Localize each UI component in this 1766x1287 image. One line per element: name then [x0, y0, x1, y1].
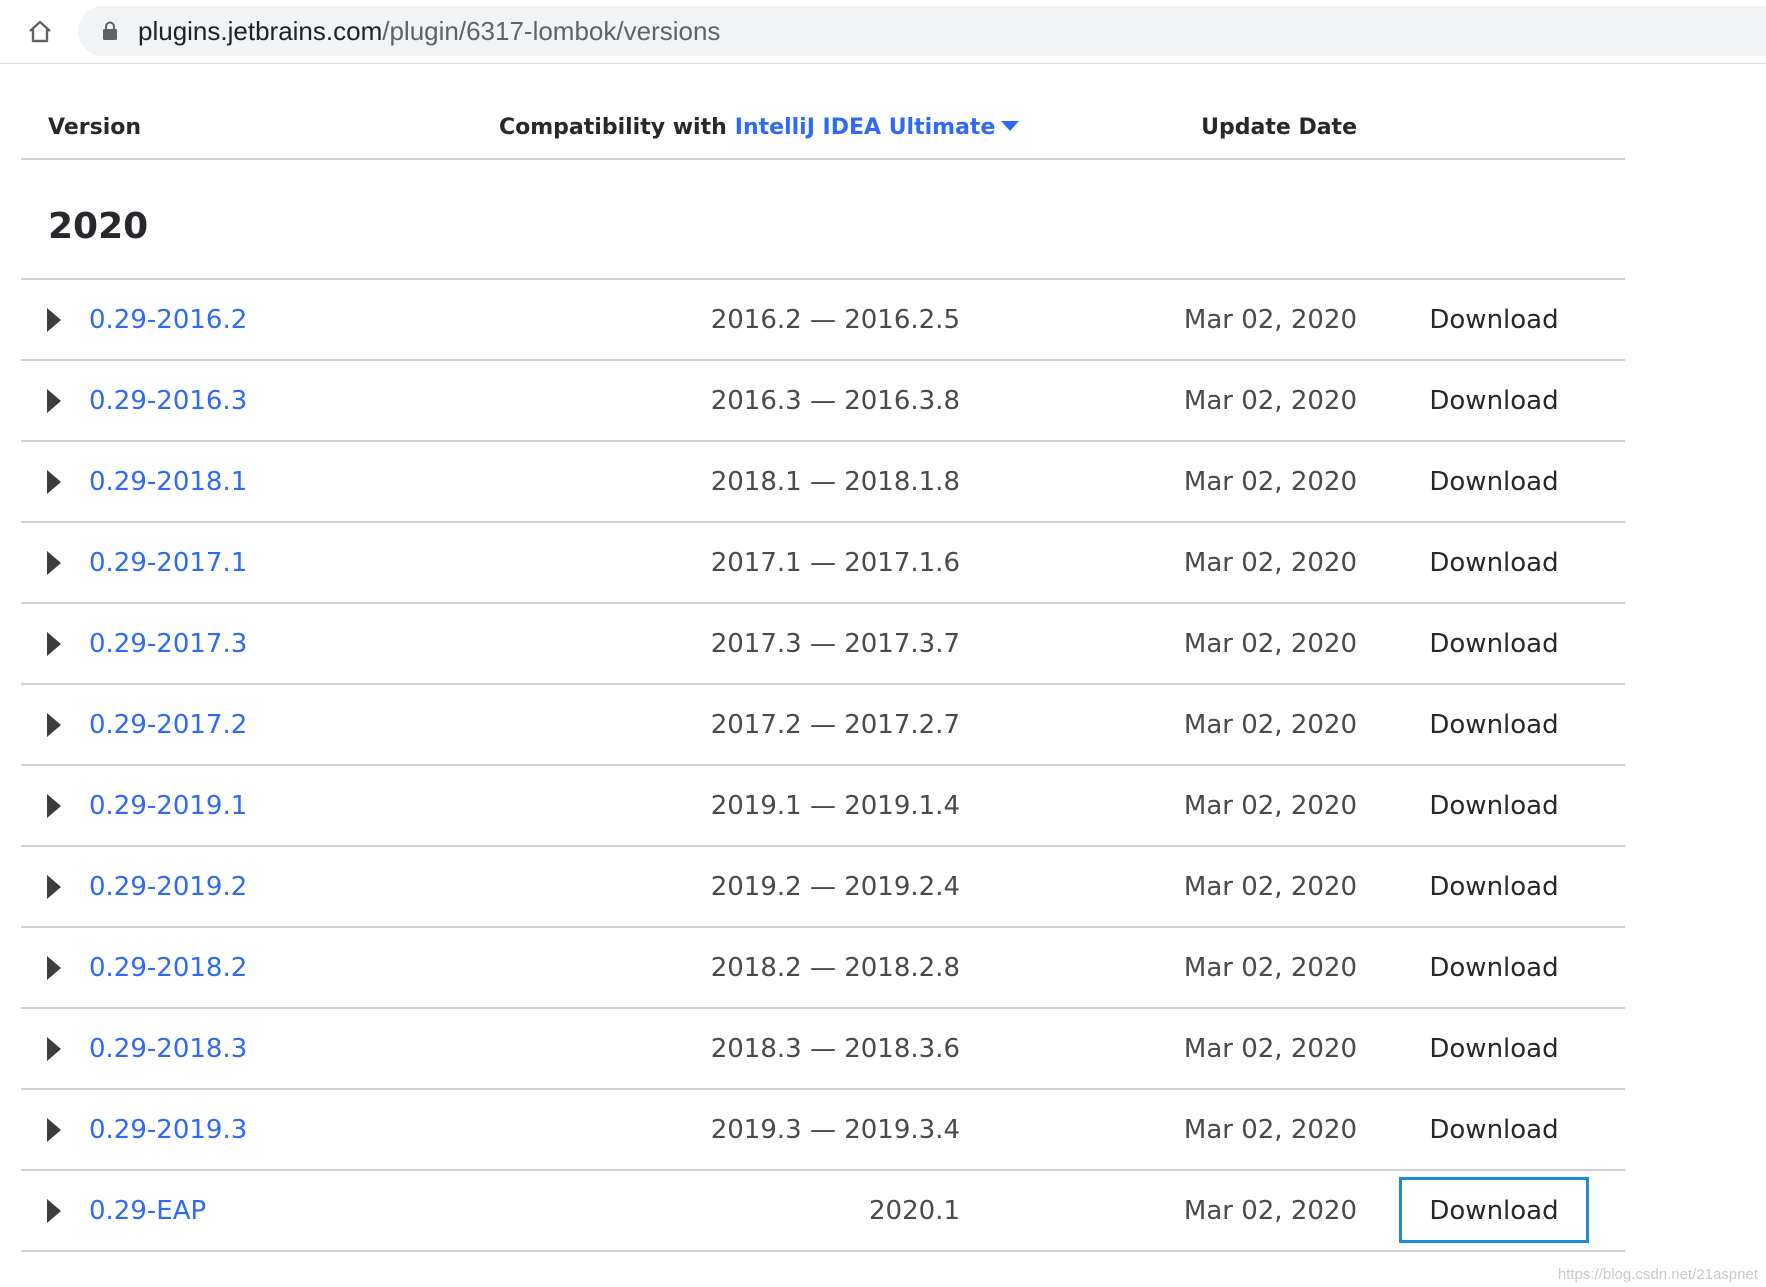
- table-row: 0.29-2019.2 2019.2 — 2019.2.4 Mar 02, 2020…: [21, 847, 1625, 928]
- header-compatibility: Compatibility with IntelliJ IDEA Ultimate: [499, 96, 1020, 160]
- triangle-right-icon[interactable]: [47, 1118, 63, 1142]
- compat-range: 2020.1: [869, 1196, 960, 1226]
- triangle-right-icon[interactable]: [47, 551, 63, 575]
- url-text[interactable]: plugins.jetbrains.com/plugin/6317-lombok…: [138, 6, 720, 56]
- version-link[interactable]: 0.29-2018.1: [89, 442, 247, 523]
- download-button[interactable]: Download: [1399, 604, 1589, 685]
- download-button[interactable]: Download: [1399, 928, 1589, 1009]
- watermark: https://blog.csdn.net/21aspnet: [1557, 1266, 1758, 1283]
- header-compat-label: Compatibility with: [499, 115, 727, 140]
- triangle-right-icon[interactable]: [47, 470, 63, 494]
- table-row: 0.29-2019.1 2019.1 — 2019.1.4 Mar 02, 2020…: [21, 766, 1625, 847]
- table-row: 0.29-2018.3 2018.3 — 2018.3.6 Mar 02, 2020…: [21, 1009, 1625, 1090]
- url-path: /plugin/6317-lombok/versions: [382, 16, 721, 46]
- ide-selector[interactable]: IntelliJ IDEA Ultimate: [735, 115, 1020, 140]
- compat-range: 2016.2 — 2016.2.5: [710, 305, 960, 335]
- update-date: Mar 02, 2020: [1183, 467, 1357, 497]
- triangle-right-icon[interactable]: [47, 956, 63, 980]
- header-update-date: Update Date: [1201, 115, 1357, 140]
- triangle-right-icon[interactable]: [47, 1037, 63, 1061]
- update-date: Mar 02, 2020: [1183, 953, 1357, 983]
- triangle-right-icon[interactable]: [47, 308, 63, 332]
- version-link[interactable]: 0.29-2018.2: [89, 928, 247, 1009]
- compat-range: 2018.3 — 2018.3.6: [710, 1034, 960, 1064]
- compat-range: 2019.3 — 2019.3.4: [710, 1115, 960, 1145]
- table-row: 0.29-EAP 2020.1 Mar 02, 2020 Download: [21, 1171, 1625, 1252]
- table-header: Version Compatibility with IntelliJ IDEA …: [21, 96, 1625, 160]
- home-button[interactable]: [18, 14, 62, 50]
- update-date: Mar 02, 2020: [1183, 1196, 1357, 1226]
- triangle-right-icon[interactable]: [47, 794, 63, 818]
- version-link[interactable]: 0.29-2017.2: [89, 685, 247, 766]
- table-row: 0.29-2017.3 2017.3 — 2017.3.7 Mar 02, 2020…: [21, 604, 1625, 685]
- compat-range: 2016.3 — 2016.3.8: [710, 386, 960, 416]
- compat-range: 2017.2 — 2017.2.7: [710, 710, 960, 740]
- version-link[interactable]: 0.29-2016.2: [89, 280, 247, 361]
- compat-range: 2018.2 — 2018.2.8: [710, 953, 960, 983]
- ide-selector-label: IntelliJ IDEA Ultimate: [734, 115, 996, 140]
- address-bar[interactable]: plugins.jetbrains.com/plugin/6317-lombok…: [78, 6, 1766, 56]
- browser-toolbar: plugins.jetbrains.com/plugin/6317-lombok…: [0, 0, 1766, 64]
- update-date: Mar 02, 2020: [1183, 305, 1357, 335]
- table-row: 0.29-2017.1 2017.1 — 2017.1.6 Mar 02, 2020…: [21, 523, 1625, 604]
- header-version: Version: [48, 115, 142, 140]
- caret-down-icon: [1001, 121, 1020, 131]
- version-rows: 0.29-2016.2 2016.2 — 2016.2.5 Mar 02, 2020…: [21, 280, 1625, 1252]
- triangle-right-icon[interactable]: [47, 632, 63, 656]
- download-button[interactable]: Download: [1399, 685, 1589, 766]
- triangle-right-icon[interactable]: [47, 389, 63, 413]
- update-date: Mar 02, 2020: [1183, 872, 1357, 902]
- compat-range: 2019.2 — 2019.2.4: [710, 872, 960, 902]
- home-icon: [29, 20, 51, 43]
- table-row: 0.29-2018.2 2018.2 — 2018.2.8 Mar 02, 2020…: [21, 928, 1625, 1009]
- table-row: 0.29-2016.2 2016.2 — 2016.2.5 Mar 02, 2020…: [21, 280, 1625, 361]
- version-link[interactable]: 0.29-2019.2: [89, 847, 247, 928]
- version-link[interactable]: 0.29-2018.3: [89, 1009, 247, 1090]
- compat-range: 2019.1 — 2019.1.4: [710, 791, 960, 821]
- lock-icon: [103, 21, 117, 40]
- download-button[interactable]: Download: [1399, 1177, 1589, 1243]
- version-link[interactable]: 0.29-2017.3: [89, 604, 247, 685]
- triangle-right-icon[interactable]: [47, 875, 63, 899]
- download-button[interactable]: Download: [1399, 523, 1589, 604]
- versions-table: Version Compatibility with IntelliJ IDEA …: [21, 96, 1625, 1252]
- update-date: Mar 02, 2020: [1183, 791, 1357, 821]
- triangle-right-icon[interactable]: [47, 1199, 63, 1223]
- update-date: Mar 02, 2020: [1183, 548, 1357, 578]
- update-date: Mar 02, 2020: [1183, 1115, 1357, 1145]
- compat-range: 2017.3 — 2017.3.7: [710, 629, 960, 659]
- version-link[interactable]: 0.29-2016.3: [89, 361, 247, 442]
- download-button[interactable]: Download: [1399, 280, 1589, 361]
- download-button[interactable]: Download: [1399, 1009, 1589, 1090]
- year-heading: 2020: [21, 160, 1625, 280]
- download-button[interactable]: Download: [1399, 361, 1589, 442]
- version-link[interactable]: 0.29-2019.1: [89, 766, 247, 847]
- compat-range: 2018.1 — 2018.1.8: [710, 467, 960, 497]
- download-button[interactable]: Download: [1399, 766, 1589, 847]
- update-date: Mar 02, 2020: [1183, 629, 1357, 659]
- version-link[interactable]: 0.29-EAP: [89, 1171, 206, 1252]
- version-link[interactable]: 0.29-2019.3: [89, 1090, 247, 1171]
- update-date: Mar 02, 2020: [1183, 386, 1357, 416]
- table-row: 0.29-2018.1 2018.1 — 2018.1.8 Mar 02, 2020…: [21, 442, 1625, 523]
- url-host: plugins.jetbrains.com: [138, 16, 383, 46]
- download-button[interactable]: Download: [1399, 442, 1589, 523]
- update-date: Mar 02, 2020: [1183, 710, 1357, 740]
- compat-range: 2017.1 — 2017.1.6: [710, 548, 960, 578]
- triangle-right-icon[interactable]: [47, 713, 63, 737]
- version-link[interactable]: 0.29-2017.1: [89, 523, 247, 604]
- table-row: 0.29-2019.3 2019.3 — 2019.3.4 Mar 02, 2020…: [21, 1090, 1625, 1171]
- table-row: 0.29-2017.2 2017.2 — 2017.2.7 Mar 02, 2020…: [21, 685, 1625, 766]
- download-button[interactable]: Download: [1399, 847, 1589, 928]
- update-date: Mar 02, 2020: [1183, 1034, 1357, 1064]
- download-button[interactable]: Download: [1399, 1090, 1589, 1171]
- table-row: 0.29-2016.3 2016.3 — 2016.3.8 Mar 02, 2020…: [21, 361, 1625, 442]
